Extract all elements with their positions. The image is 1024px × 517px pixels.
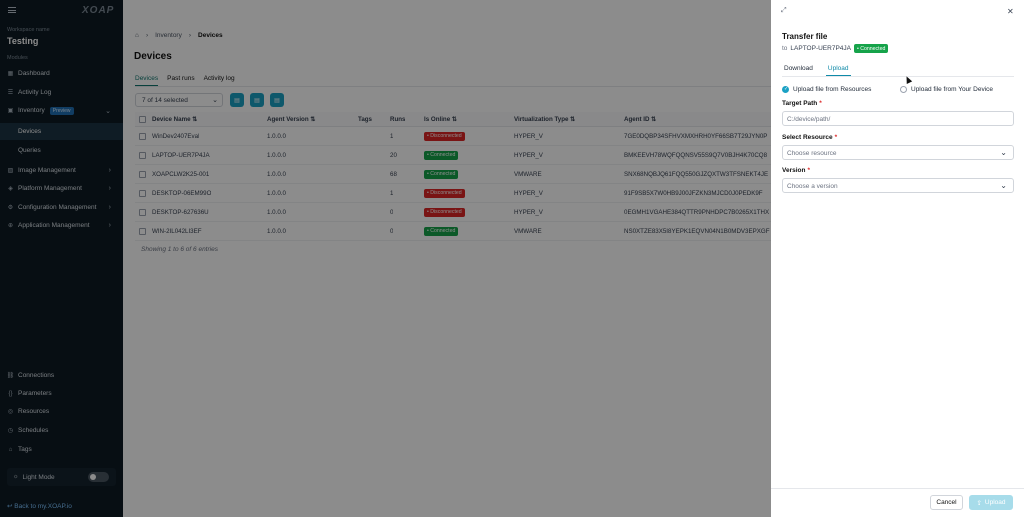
chevron-down-icon: ⌄	[1000, 148, 1007, 157]
divider	[782, 76, 1014, 77]
panel-title: Transfer file	[782, 32, 828, 41]
divider	[771, 488, 1024, 489]
cancel-button[interactable]: Cancel	[930, 495, 963, 510]
radio-upload-device[interactable]: Upload file from Your Device	[900, 86, 993, 93]
version-label: Version *	[782, 167, 811, 174]
radio-checked-icon	[782, 86, 789, 93]
close-icon[interactable]: ✕	[1007, 7, 1014, 16]
radio-unchecked-icon	[900, 86, 907, 93]
target-path-label: Target Path *	[782, 100, 822, 107]
panel-tabs: Download Upload	[782, 65, 851, 76]
app-window: XOAP Workspace name Testing Modules ▦ Das…	[0, 0, 1024, 517]
target-path-input[interactable]: C:/device/path/	[782, 111, 1014, 126]
radio-upload-resources[interactable]: Upload file from Resources	[782, 86, 871, 93]
device-name: LAPTOP-UER7P4JA	[790, 45, 851, 52]
version-select[interactable]: Choose a version ⌄	[782, 178, 1014, 193]
chevron-down-icon: ⌄	[1000, 181, 1007, 190]
status-badge: • Connected	[854, 44, 889, 53]
upload-button[interactable]: ⇪ Upload	[969, 495, 1013, 510]
tab-upload[interactable]: Upload	[825, 65, 851, 76]
target-device: to LAPTOP-UER7P4JA • Connected	[782, 44, 889, 53]
tab-download[interactable]: Download	[782, 65, 815, 76]
select-resource-label: Select Resource *	[782, 134, 838, 141]
modal-backdrop[interactable]	[0, 0, 771, 517]
resource-select[interactable]: Choose resource ⌄	[782, 145, 1014, 160]
expand-icon[interactable]: ⤢	[781, 7, 787, 15]
transfer-file-panel: ⤢ ✕ Transfer file to LAPTOP-UER7P4JA • C…	[771, 0, 1024, 517]
upload-icon: ⇪	[976, 499, 982, 507]
